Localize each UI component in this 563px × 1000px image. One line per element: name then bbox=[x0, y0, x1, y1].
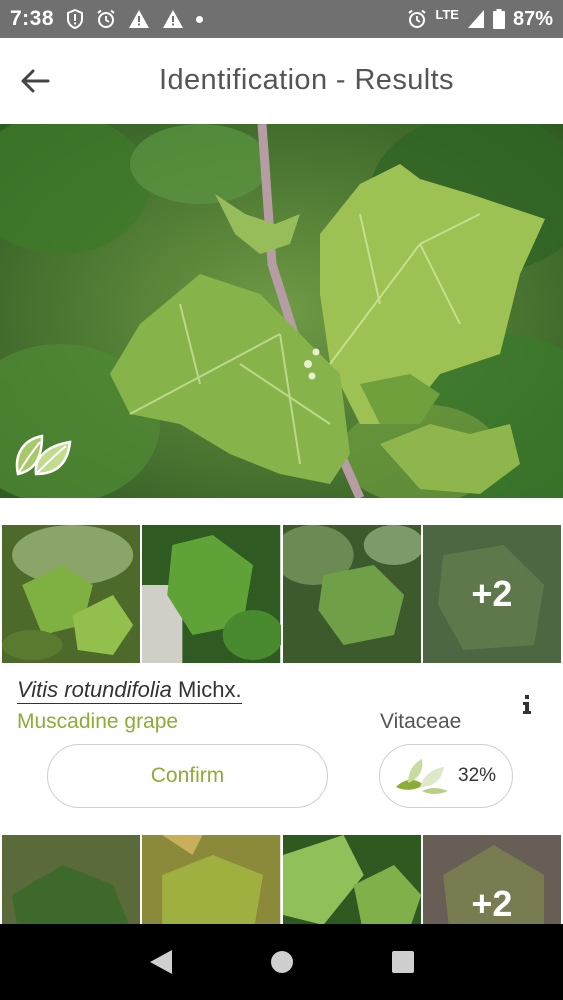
warning-icon bbox=[162, 9, 184, 29]
scientific-name-link[interactable]: Vitis rotundifolia Michx. bbox=[17, 677, 242, 705]
battery-level: 87% bbox=[512, 7, 553, 30]
confirm-button[interactable]: Confirm bbox=[47, 744, 328, 808]
status-bar: 7:38 LTE 87% bbox=[0, 0, 563, 38]
thumbnail-more[interactable]: +2 bbox=[422, 525, 561, 663]
common-name: Muscadine grape bbox=[17, 710, 179, 733]
nav-recents-button[interactable] bbox=[383, 942, 423, 982]
leaves-score-icon bbox=[396, 759, 448, 794]
page-title: Identification - Results bbox=[159, 64, 454, 96]
result-card: Vitis rotundifolia Michx. Muscadine grap… bbox=[0, 668, 563, 828]
more-count: +2 bbox=[422, 525, 561, 663]
shield-alert-icon bbox=[66, 9, 84, 29]
signal-icon bbox=[467, 9, 485, 29]
family-name: Vitaceae bbox=[380, 710, 462, 733]
info-button[interactable] bbox=[519, 694, 535, 716]
square-recents-icon bbox=[391, 951, 414, 973]
battery-icon bbox=[492, 9, 505, 29]
status-time: 7:38 bbox=[10, 7, 55, 30]
alarm-icon bbox=[96, 9, 116, 29]
scientific-name: Vitis rotundifolia bbox=[17, 677, 172, 702]
thumbnail-image[interactable] bbox=[142, 525, 281, 663]
triangle-back-icon bbox=[149, 950, 172, 974]
circle-home-icon bbox=[270, 951, 293, 973]
system-nav-bar bbox=[0, 924, 563, 1000]
dot-icon bbox=[196, 15, 204, 23]
leaf-organ-icon bbox=[12, 430, 74, 480]
author-name: Michx. bbox=[178, 677, 242, 702]
score-badge: 32% bbox=[379, 744, 513, 808]
thumbnail-row-primary: +2 bbox=[0, 525, 563, 663]
alarm-icon bbox=[407, 9, 427, 29]
thumbnail-image[interactable] bbox=[2, 525, 141, 663]
hero-illustration bbox=[0, 124, 563, 498]
app-root: 7:38 LTE 87% Identification - Results +2… bbox=[0, 0, 563, 1000]
nav-home-button[interactable] bbox=[262, 942, 302, 982]
app-bar: Identification - Results bbox=[0, 38, 563, 124]
score-value: 32% bbox=[458, 765, 497, 786]
hero-photo[interactable] bbox=[0, 124, 563, 498]
nav-back-button[interactable] bbox=[141, 942, 181, 982]
thumbnail-image[interactable] bbox=[282, 525, 421, 663]
warning-icon bbox=[128, 9, 150, 29]
network-label: LTE bbox=[435, 6, 459, 22]
info-icon bbox=[523, 695, 531, 714]
